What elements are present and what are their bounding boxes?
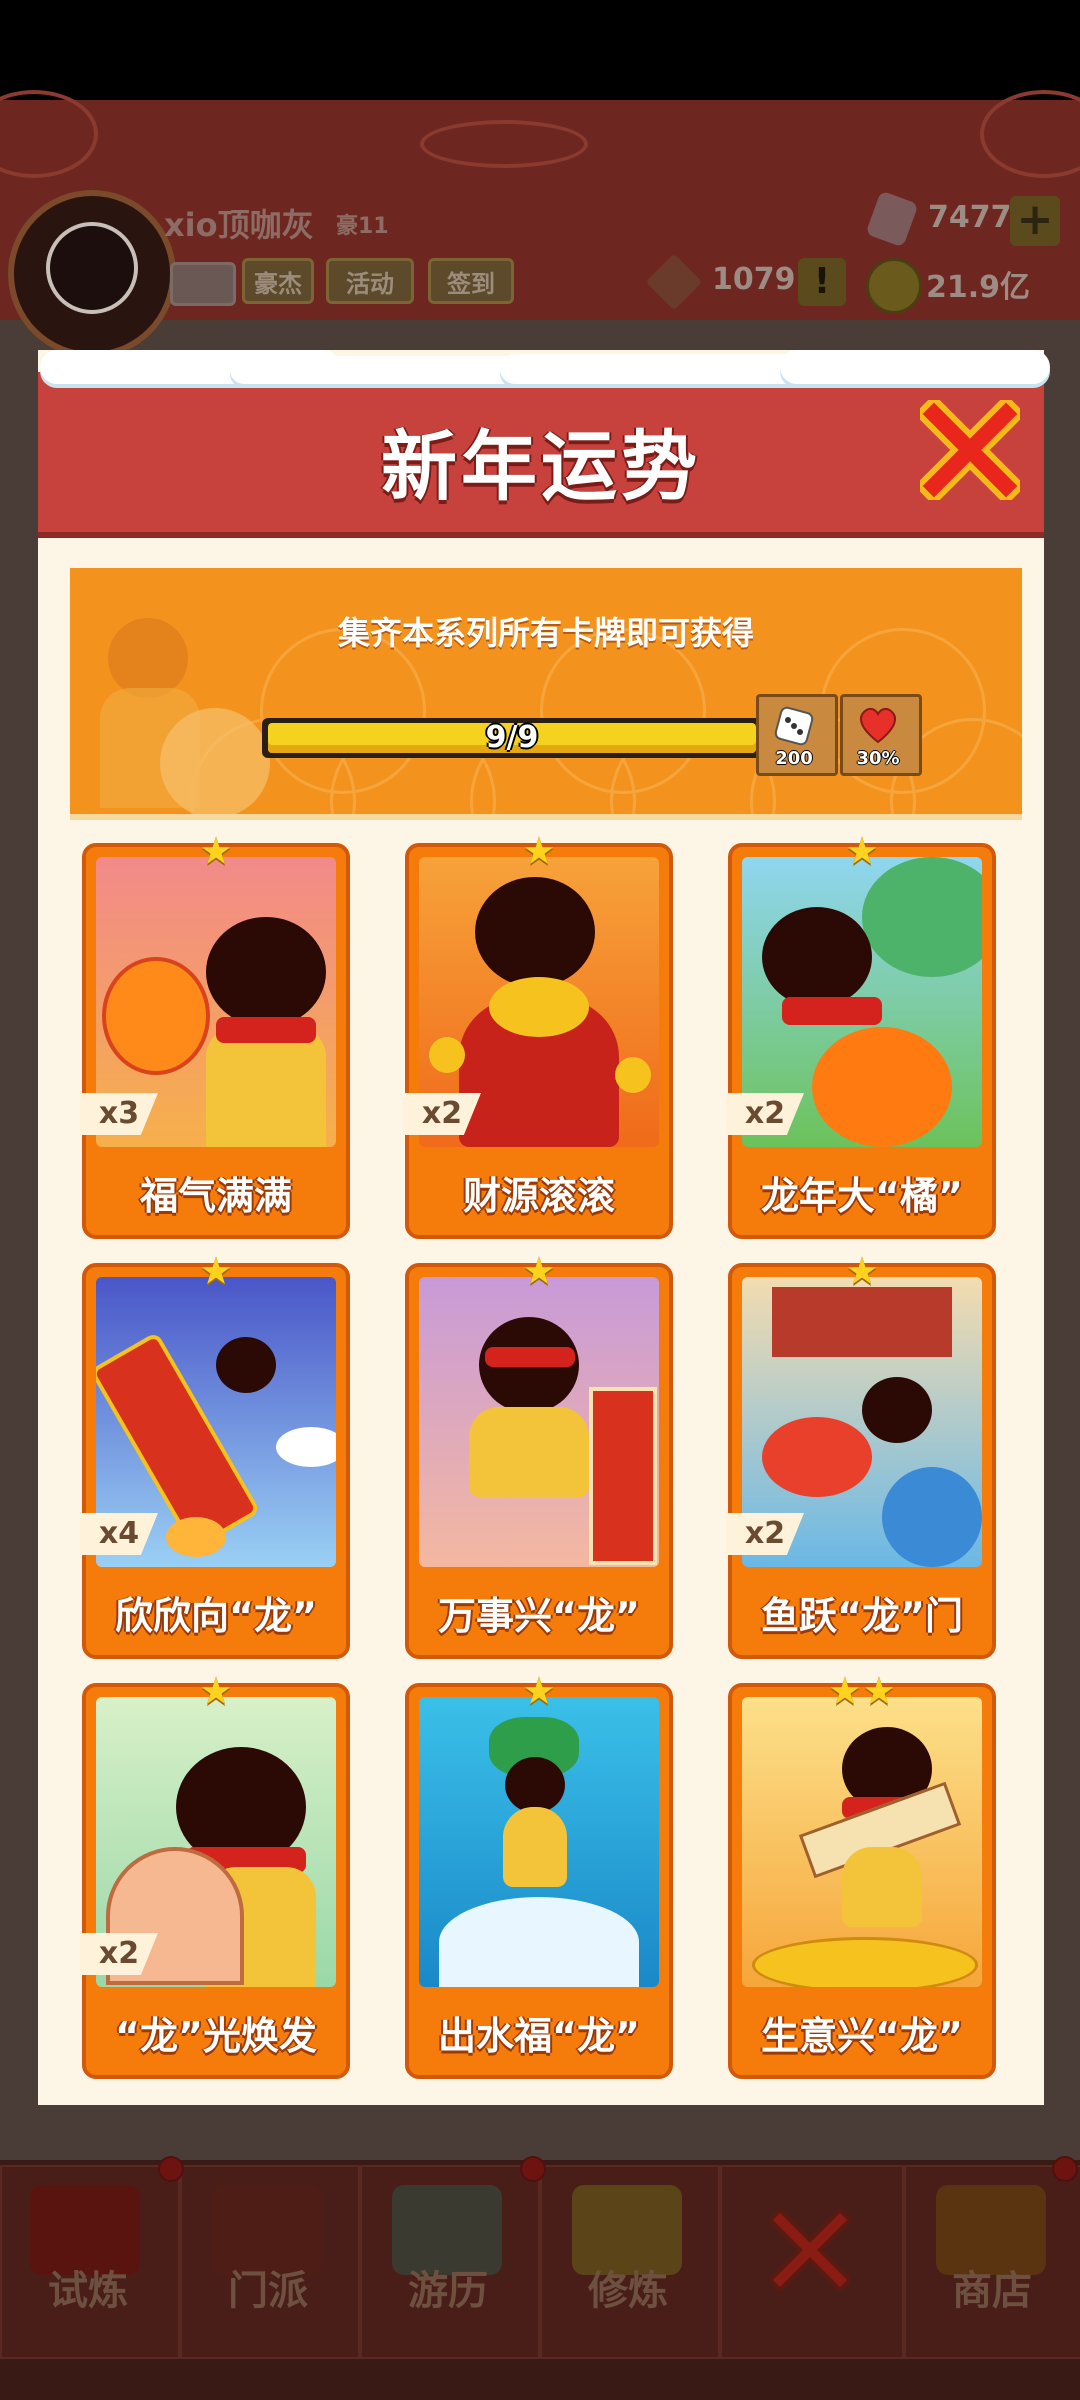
star-icon: ★	[521, 1249, 557, 1293]
card-label: 万事兴“龙”	[438, 1594, 640, 1638]
star-icon: ★	[198, 1249, 234, 1293]
nav-cultivate-label: 修炼	[588, 2268, 668, 2314]
card-wealth[interactable]: x2 ★ 财源滚滚	[403, 829, 673, 1239]
banner-text: 集齐本系列所有卡牌即可获得	[337, 614, 754, 652]
card-water[interactable]: ★ 出水福“龙”	[405, 1669, 673, 2079]
checkin-button[interactable]: 签到	[428, 258, 514, 304]
nav-badge-dot	[158, 2156, 184, 2182]
card-art-scroll	[419, 1277, 659, 1567]
player-rank: 豪11	[336, 214, 389, 239]
card-carp[interactable]: x2 ★ 鱼跃“龙”门	[726, 1249, 996, 1659]
star-icon: ★	[521, 829, 557, 873]
nav-trial-label: 试炼	[48, 2268, 128, 2314]
card-label: 龙年大“橘”	[761, 1174, 963, 1218]
heroes-button[interactable]: 豪杰	[242, 258, 314, 304]
card-label: 财源滚滚	[462, 1174, 615, 1218]
card-label: “龙”光焕发	[115, 2014, 317, 2058]
card-label: 出水福“龙”	[438, 2014, 640, 2058]
add-gems-button[interactable]: +	[1010, 196, 1060, 246]
heart-icon	[860, 707, 896, 744]
card-orange[interactable]: x2 ★ 龙年大“橘”	[726, 829, 996, 1239]
star-icon: ★	[844, 1249, 880, 1293]
gem-count: 7477	[928, 200, 1012, 235]
nav-close-icon	[770, 2210, 850, 2290]
nav-badge-dot	[520, 2156, 546, 2182]
star-icon: ★	[198, 829, 234, 873]
card-label: 欣欣向“龙”	[115, 1594, 317, 1638]
nav-travel-label: 游历	[408, 2268, 488, 2314]
star-icon: ★	[844, 829, 880, 873]
nav-badge-dot	[1052, 2156, 1078, 2182]
modal-title: 新年运势	[381, 422, 701, 511]
dice-icon	[774, 706, 814, 746]
card-scroll[interactable]: ★ 万事兴“龙”	[405, 1249, 673, 1659]
mail-icon[interactable]	[170, 262, 236, 306]
card-business[interactable]: ★★ 生意兴“龙”	[728, 1669, 996, 2079]
star-icon: ★	[521, 1669, 557, 1713]
card-art-water	[419, 1697, 659, 1987]
close-icon[interactable]	[920, 400, 1020, 500]
star-icon: ★★	[827, 1669, 897, 1713]
card-art-coins	[742, 1697, 982, 1987]
card-firework[interactable]: x4 ★ 欣欣向“龙”	[80, 1249, 350, 1659]
snow-decoration	[780, 350, 1050, 384]
card-label: 鱼跃“龙”门	[761, 1594, 963, 1638]
reward-dice-value: 200	[775, 748, 813, 769]
alert-button[interactable]: !	[798, 258, 846, 306]
avatar-face	[46, 222, 138, 314]
card-fan[interactable]: x2 ★ “龙”光焕发	[80, 1669, 350, 2079]
star-icon: ★	[198, 1669, 234, 1713]
token-count: 1079	[712, 262, 796, 297]
coin-icon	[866, 258, 922, 314]
nav-shop-label: 商店	[952, 2268, 1032, 2314]
player-name: xio顶咖灰	[164, 206, 314, 244]
card-label: 福气满满	[139, 1174, 292, 1218]
events-button[interactable]: 活动	[326, 258, 414, 304]
card-label: 生意兴“龙”	[761, 2014, 963, 2058]
reward-heart-value: 30%	[856, 748, 900, 769]
collection-progress-text: 9/9	[485, 720, 539, 755]
card-fortune[interactable]: x3 ★ 福气满满	[80, 829, 350, 1239]
nav-sect-label: 门派	[228, 2268, 308, 2314]
coin-count: 21.9亿	[926, 270, 1031, 305]
